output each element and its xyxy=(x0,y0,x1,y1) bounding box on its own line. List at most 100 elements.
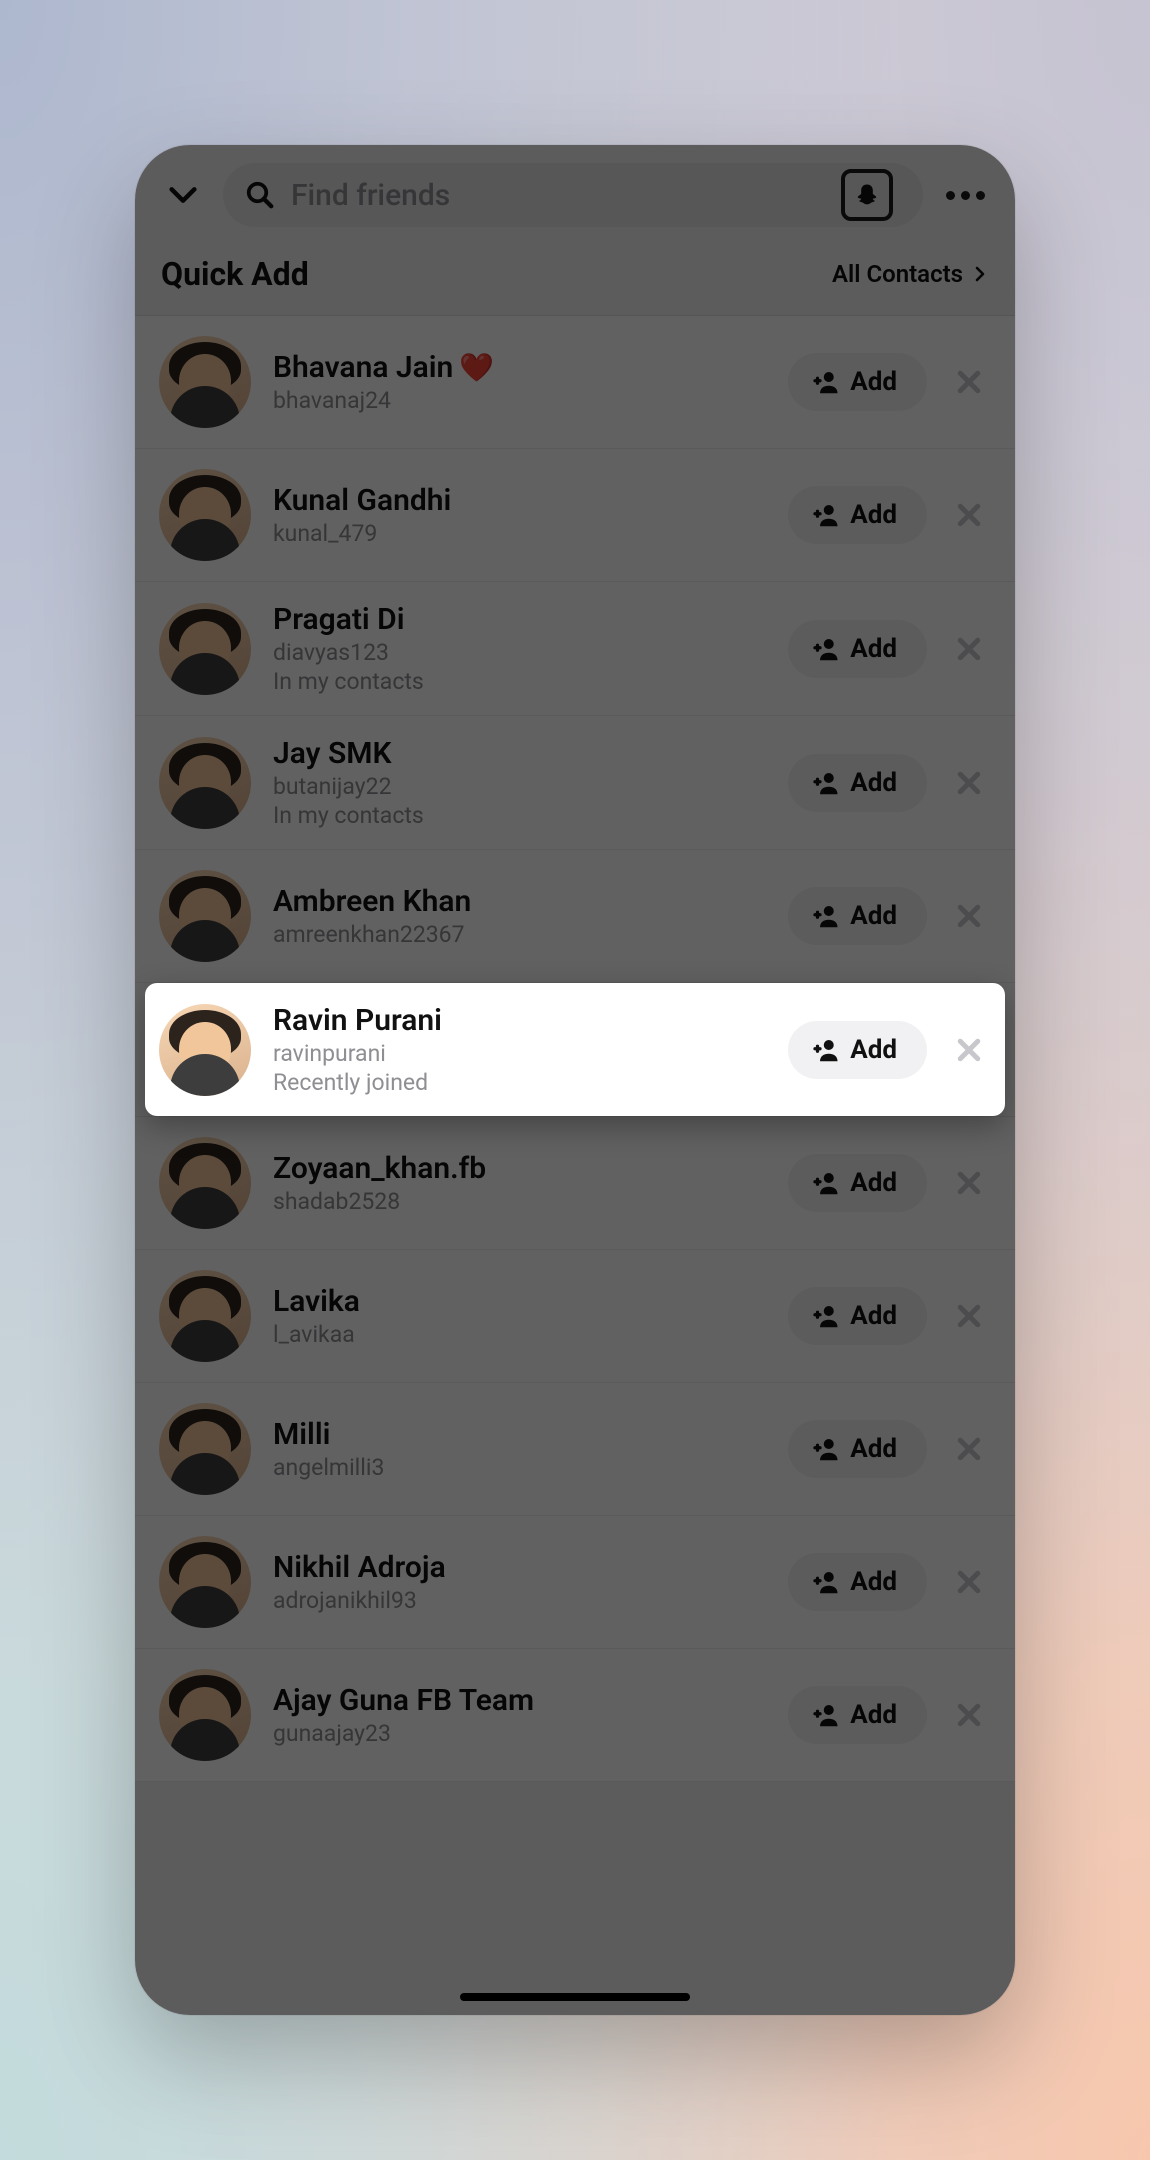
friend-name-text: Jay SMK xyxy=(273,736,392,771)
add-friend-icon xyxy=(810,1168,840,1198)
add-friend-button[interactable]: Add xyxy=(788,754,927,812)
search-icon xyxy=(245,180,275,210)
avatar[interactable] xyxy=(159,603,251,695)
phone-frame: Find friends Quick Add All Contacts Bhav… xyxy=(135,145,1015,2015)
friend-username: l_avikaa xyxy=(273,1321,788,1348)
friend-info: Ajay Guna FB Teamgunaajay23 xyxy=(273,1683,788,1747)
friend-row[interactable]: Zoyaan_khan.fbshadab2528Add xyxy=(135,1116,1015,1250)
friend-row[interactable]: Lavikal_avikaaAdd xyxy=(135,1250,1015,1383)
friend-name-text: Ajay Guna FB Team xyxy=(273,1683,534,1718)
wallpaper: Find friends Quick Add All Contacts Bhav… xyxy=(0,0,1150,2160)
avatar[interactable] xyxy=(159,469,251,561)
add-friend-button[interactable]: Add xyxy=(788,1686,927,1744)
add-friend-button[interactable]: Add xyxy=(788,1287,927,1345)
friend-info: Lavikal_avikaa xyxy=(273,1284,788,1348)
more-button[interactable] xyxy=(937,191,993,200)
add-friend-label: Add xyxy=(850,500,897,530)
friend-name: Kunal Gandhi xyxy=(273,483,788,518)
avatar[interactable] xyxy=(159,1536,251,1628)
close-icon xyxy=(954,634,984,664)
search-bar[interactable]: Find friends xyxy=(223,163,923,227)
header: Find friends xyxy=(135,145,1015,237)
friend-info: Zoyaan_khan.fbshadab2528 xyxy=(273,1151,788,1215)
avatar[interactable] xyxy=(159,1270,251,1362)
friend-name: Ravin Purani xyxy=(273,1003,788,1038)
friend-info: Pragati Didiavyas123In my contacts xyxy=(273,602,788,695)
add-friend-icon xyxy=(810,1301,840,1331)
add-friend-label: Add xyxy=(850,634,897,664)
dismiss-button[interactable] xyxy=(947,1560,991,1604)
avatar[interactable] xyxy=(159,737,251,829)
all-contacts-link[interactable]: All Contacts xyxy=(832,260,989,288)
avatar[interactable] xyxy=(159,1004,251,1096)
friend-info: Ravin PuraniravinpuraniRecently joined xyxy=(273,1003,788,1096)
add-friend-label: Add xyxy=(850,367,897,397)
dismiss-button[interactable] xyxy=(947,1161,991,1205)
add-friend-button[interactable]: Add xyxy=(788,1553,927,1611)
close-icon xyxy=(954,500,984,530)
avatar[interactable] xyxy=(159,1669,251,1761)
dismiss-button[interactable] xyxy=(947,360,991,404)
friend-info: Bhavana Jain❤️bhavanaj24 xyxy=(273,350,788,414)
dismiss-button[interactable] xyxy=(947,493,991,537)
add-friend-icon xyxy=(810,367,840,397)
add-friend-icon xyxy=(810,768,840,798)
friend-row[interactable]: Ajay Guna FB Teamgunaajay23 Add xyxy=(135,1649,1015,1782)
add-friend-label: Add xyxy=(850,901,897,931)
avatar[interactable] xyxy=(159,870,251,962)
friend-name: Nikhil Adroja xyxy=(273,1550,788,1585)
add-friend-button[interactable]: Add xyxy=(788,1021,927,1079)
friend-row[interactable]: Milliangelmilli3Add xyxy=(135,1383,1015,1516)
add-friend-button[interactable]: Add xyxy=(788,1420,927,1478)
avatar[interactable] xyxy=(159,1403,251,1495)
dismiss-button[interactable] xyxy=(947,1693,991,1737)
friend-username: angelmilli3 xyxy=(273,1454,788,1481)
friend-name: Jay SMK xyxy=(273,736,788,771)
add-friend-button[interactable]: Add xyxy=(788,887,927,945)
friend-row[interactable]: Jay SMKbutanijay22In my contactsAdd xyxy=(135,716,1015,850)
add-friend-label: Add xyxy=(850,1700,897,1730)
close-icon xyxy=(954,1035,984,1065)
section-title: Quick Add xyxy=(161,255,309,293)
friend-row[interactable]: Ravin PuraniravinpuraniRecently joined Ad… xyxy=(145,983,1005,1116)
add-friend-label: Add xyxy=(850,1035,897,1065)
friend-name: Lavika xyxy=(273,1284,788,1319)
friend-name-text: Nikhil Adroja xyxy=(273,1550,446,1585)
friend-name-text: Ravin Purani xyxy=(273,1003,442,1038)
friend-name-text: Milli xyxy=(273,1417,330,1452)
friend-username: gunaajay23 xyxy=(273,1720,788,1747)
dismiss-button[interactable] xyxy=(947,894,991,938)
friend-username: adrojanikhil93 xyxy=(273,1587,788,1614)
close-chevron-button[interactable] xyxy=(157,169,209,221)
add-friend-button[interactable]: Add xyxy=(788,1154,927,1212)
add-friend-icon xyxy=(810,901,840,931)
friend-info: Kunal Gandhikunal_479 xyxy=(273,483,788,547)
add-friend-icon xyxy=(810,1567,840,1597)
add-friend-icon xyxy=(810,1035,840,1065)
friend-name: Ambreen Khan xyxy=(273,884,788,919)
add-friend-button[interactable]: Add xyxy=(788,486,927,544)
snapcode-button[interactable] xyxy=(841,169,893,221)
friend-name-text: Kunal Gandhi xyxy=(273,483,451,518)
friend-name-text: Pragati Di xyxy=(273,602,405,637)
close-icon xyxy=(954,1700,984,1730)
close-icon xyxy=(954,1567,984,1597)
avatar[interactable] xyxy=(159,1137,251,1229)
section-header: Quick Add All Contacts xyxy=(135,237,1015,315)
friend-row[interactable]: Ambreen Khanamreenkhan22367Add xyxy=(135,850,1015,983)
friend-row[interactable]: Pragati Didiavyas123In my contacts Add xyxy=(135,582,1015,716)
dismiss-button[interactable] xyxy=(947,1294,991,1338)
add-friend-button[interactable]: Add xyxy=(788,620,927,678)
home-indicator[interactable] xyxy=(460,1993,690,2001)
friend-username: shadab2528 xyxy=(273,1188,788,1215)
friend-row[interactable]: Bhavana Jain❤️bhavanaj24 Add xyxy=(135,316,1015,449)
avatar[interactable] xyxy=(159,336,251,428)
dismiss-button[interactable] xyxy=(947,1427,991,1471)
dismiss-button[interactable] xyxy=(947,761,991,805)
add-friend-button[interactable]: Add xyxy=(788,353,927,411)
friend-row[interactable]: Kunal Gandhikunal_479 Add xyxy=(135,449,1015,582)
dismiss-button[interactable] xyxy=(947,1028,991,1072)
friend-row[interactable]: Nikhil Adrojaadrojanikhil93Add xyxy=(135,1516,1015,1649)
heart-icon: ❤️ xyxy=(459,351,494,384)
dismiss-button[interactable] xyxy=(947,627,991,671)
